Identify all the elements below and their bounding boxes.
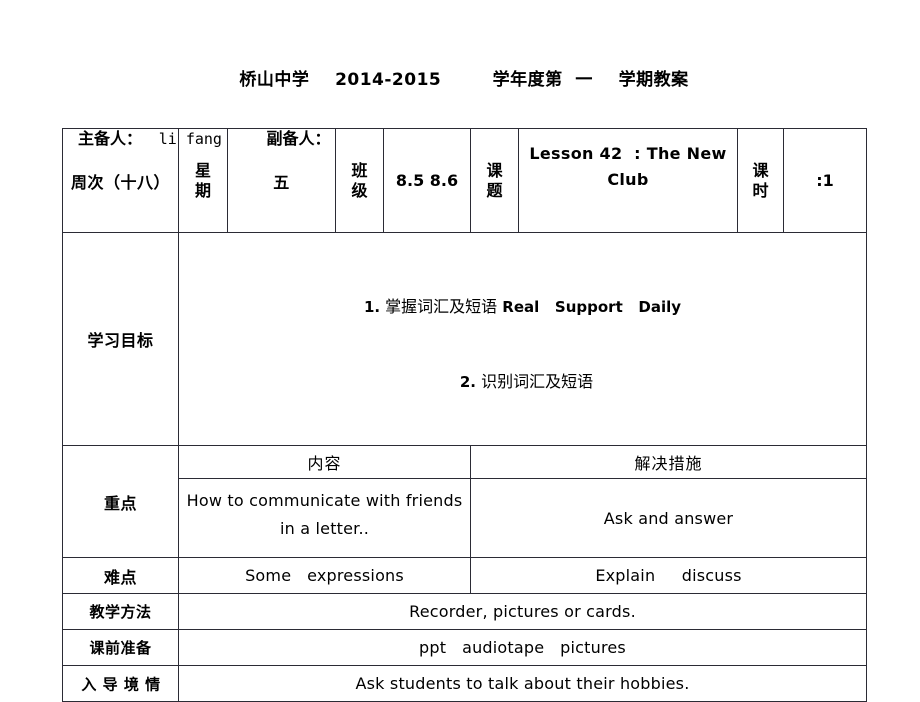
- document-page: 桥山中学 2014-2015 学年度第 一 学期教案 主备人： li fang …: [0, 0, 920, 702]
- table-row-preparation: 课前准备 ppt audiotape pictures: [62, 629, 867, 667]
- topic-label: 课 题: [470, 128, 519, 233]
- objective-1-english: Real Support Daily: [502, 297, 682, 316]
- table-row-lead-in: 入 导 境 情 Ask students to talk about their…: [62, 665, 867, 702]
- lead-in-label: 入 导 境 情: [81, 675, 161, 694]
- table-row-subheaders: 重点 内容 解决措施: [62, 445, 867, 559]
- topic-value: Lesson 42 : The New Club: [518, 128, 738, 233]
- lead-in-value: Ask students to talk about their hobbies…: [178, 665, 867, 702]
- lesson-plan-table: 周次（十八） 星 期 五 班 级 8.5 8.6 课 题 Lesson 42 :…: [62, 128, 867, 702]
- objectives-content: 1. 掌握词汇及短语 Real Support Daily 2. 识别词汇及短语: [178, 231, 867, 447]
- periods-value: :1: [783, 128, 867, 233]
- week-label: 周次（十八）: [62, 128, 179, 233]
- preparation-label: 课前准备: [62, 629, 179, 667]
- difficulties-measure: Explain discuss: [470, 557, 867, 595]
- objective-2-index: 2.: [459, 372, 477, 391]
- difficulties-content: Some expressions: [178, 557, 471, 595]
- key-points-content: How to communicate with friends in a let…: [178, 478, 471, 559]
- objective-1-chinese: 掌握词汇及短语: [380, 296, 503, 316]
- key-points-measure: Ask and answer: [470, 478, 867, 559]
- difficulties-label: 难点: [62, 557, 179, 595]
- objective-line-1: 1. 掌握词汇及短语 Real Support Daily: [183, 295, 862, 321]
- page-title: 桥山中学 2014-2015 学年度第 一 学期教案: [239, 70, 689, 90]
- objective-2-chinese: 识别词汇及短语: [476, 371, 594, 391]
- table-row-objectives: 学习目标 1. 掌握词汇及短语 Real Support Daily 2. 识别…: [62, 231, 867, 447]
- objectives-label: 学习目标: [62, 231, 179, 447]
- key-points-label: 重点: [62, 445, 179, 559]
- method-label: 教学方法: [62, 593, 179, 631]
- class-value: 8.5 8.6: [383, 128, 471, 233]
- table-row-difficulties: 难点 Some expressions Explain discuss: [62, 557, 867, 595]
- table-row-key-points: How to communicate with friends in a let…: [63, 478, 867, 559]
- objective-1-index: 1.: [363, 297, 381, 316]
- lead-in-label-cell: 入 导 境 情: [62, 665, 179, 702]
- column-header-content: 内容: [178, 445, 471, 480]
- objective-line-2: 2. 识别词汇及短语: [183, 370, 862, 396]
- periods-label: 课 时: [737, 128, 784, 233]
- byline: 主备人： li fang 副备人：: [62, 100, 866, 148]
- weekday-label: 星 期: [178, 128, 228, 233]
- preparation-value: ppt audiotape pictures: [178, 629, 867, 667]
- method-value: Recorder, pictures or cards.: [178, 593, 867, 631]
- column-header-measure: 解决措施: [470, 445, 867, 480]
- table-row-info: 周次（十八） 星 期 五 班 级 8.5 8.6 课 题 Lesson 42 :…: [62, 128, 867, 233]
- class-label: 班 级: [335, 128, 384, 233]
- weekday-value: 五: [227, 128, 336, 233]
- table-row-method: 教学方法 Recorder, pictures or cards.: [62, 593, 867, 631]
